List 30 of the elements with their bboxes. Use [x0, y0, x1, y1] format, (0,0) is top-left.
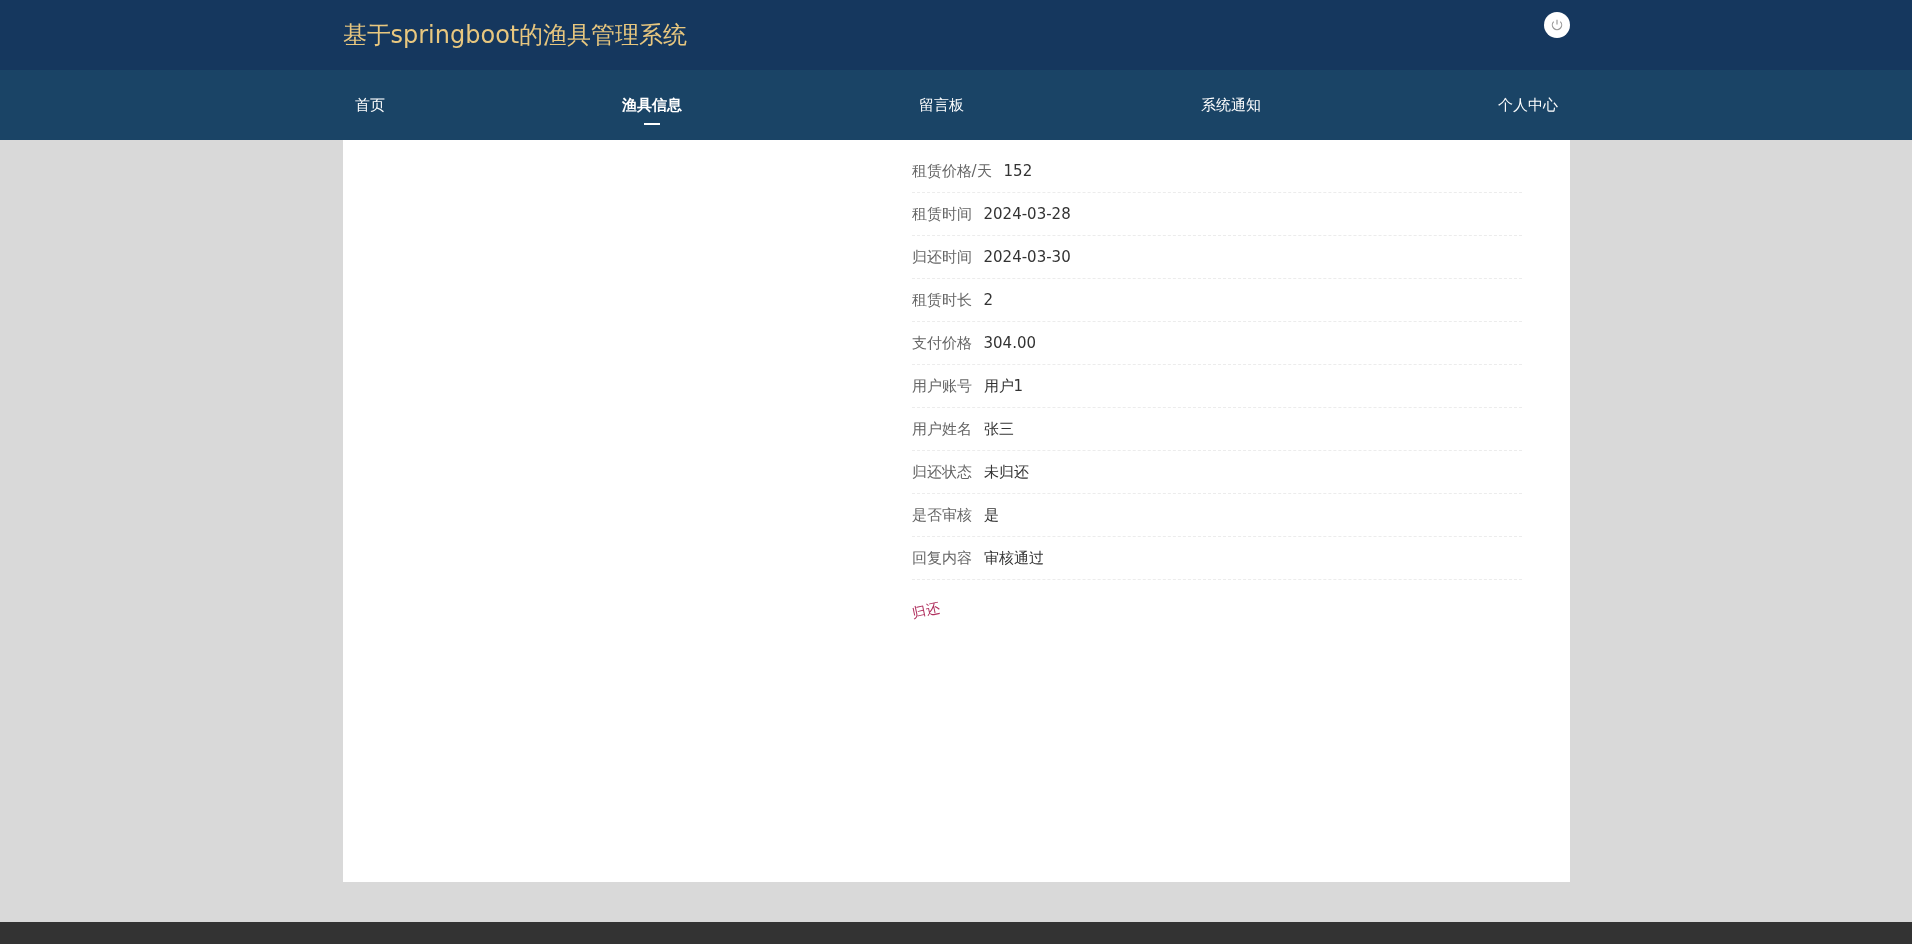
- field-value: 张三: [983, 419, 1014, 439]
- field-label: 用户账号: [911, 376, 972, 396]
- field-label: 租赁时长: [911, 290, 972, 310]
- field-label: 归还时间: [911, 247, 972, 267]
- nav-tab[interactable]: 系统通知: [1200, 91, 1261, 119]
- nav-tab[interactable]: 首页: [354, 91, 385, 119]
- field-label: 支付价格: [911, 333, 972, 353]
- active-underline: [643, 122, 660, 125]
- nav-tab[interactable]: 个人中心: [1497, 91, 1558, 119]
- field-value: 用户1: [983, 376, 1024, 396]
- field-label: 是否审核: [911, 505, 972, 525]
- field-label: 租赁价格/天: [911, 161, 992, 181]
- field-label: 用户姓名: [911, 419, 972, 439]
- field-value: 审核通过: [983, 548, 1044, 568]
- nav-tab[interactable]: 留言板: [918, 91, 964, 119]
- field-value: 152: [1003, 162, 1033, 180]
- field-label: 归还状态: [911, 462, 972, 482]
- field-value: 2: [983, 291, 994, 309]
- site-title: 基于springboot的渔具管理系统: [342, 20, 688, 51]
- field-value: 2024-03-28: [983, 205, 1071, 223]
- field-value: 304.00: [983, 334, 1036, 352]
- field-label: 租赁时间: [911, 204, 972, 224]
- field-value: 2024-03-30: [983, 248, 1071, 266]
- power-button[interactable]: [1543, 12, 1570, 38]
- return-link[interactable]: 归还: [909, 599, 942, 623]
- field-value: 未归还: [983, 462, 1029, 482]
- field-label: 回复内容: [911, 548, 972, 568]
- field-value: 是: [983, 505, 999, 525]
- power-icon: [1549, 18, 1564, 32]
- nav-tab[interactable]: 渔具信息: [621, 91, 682, 119]
